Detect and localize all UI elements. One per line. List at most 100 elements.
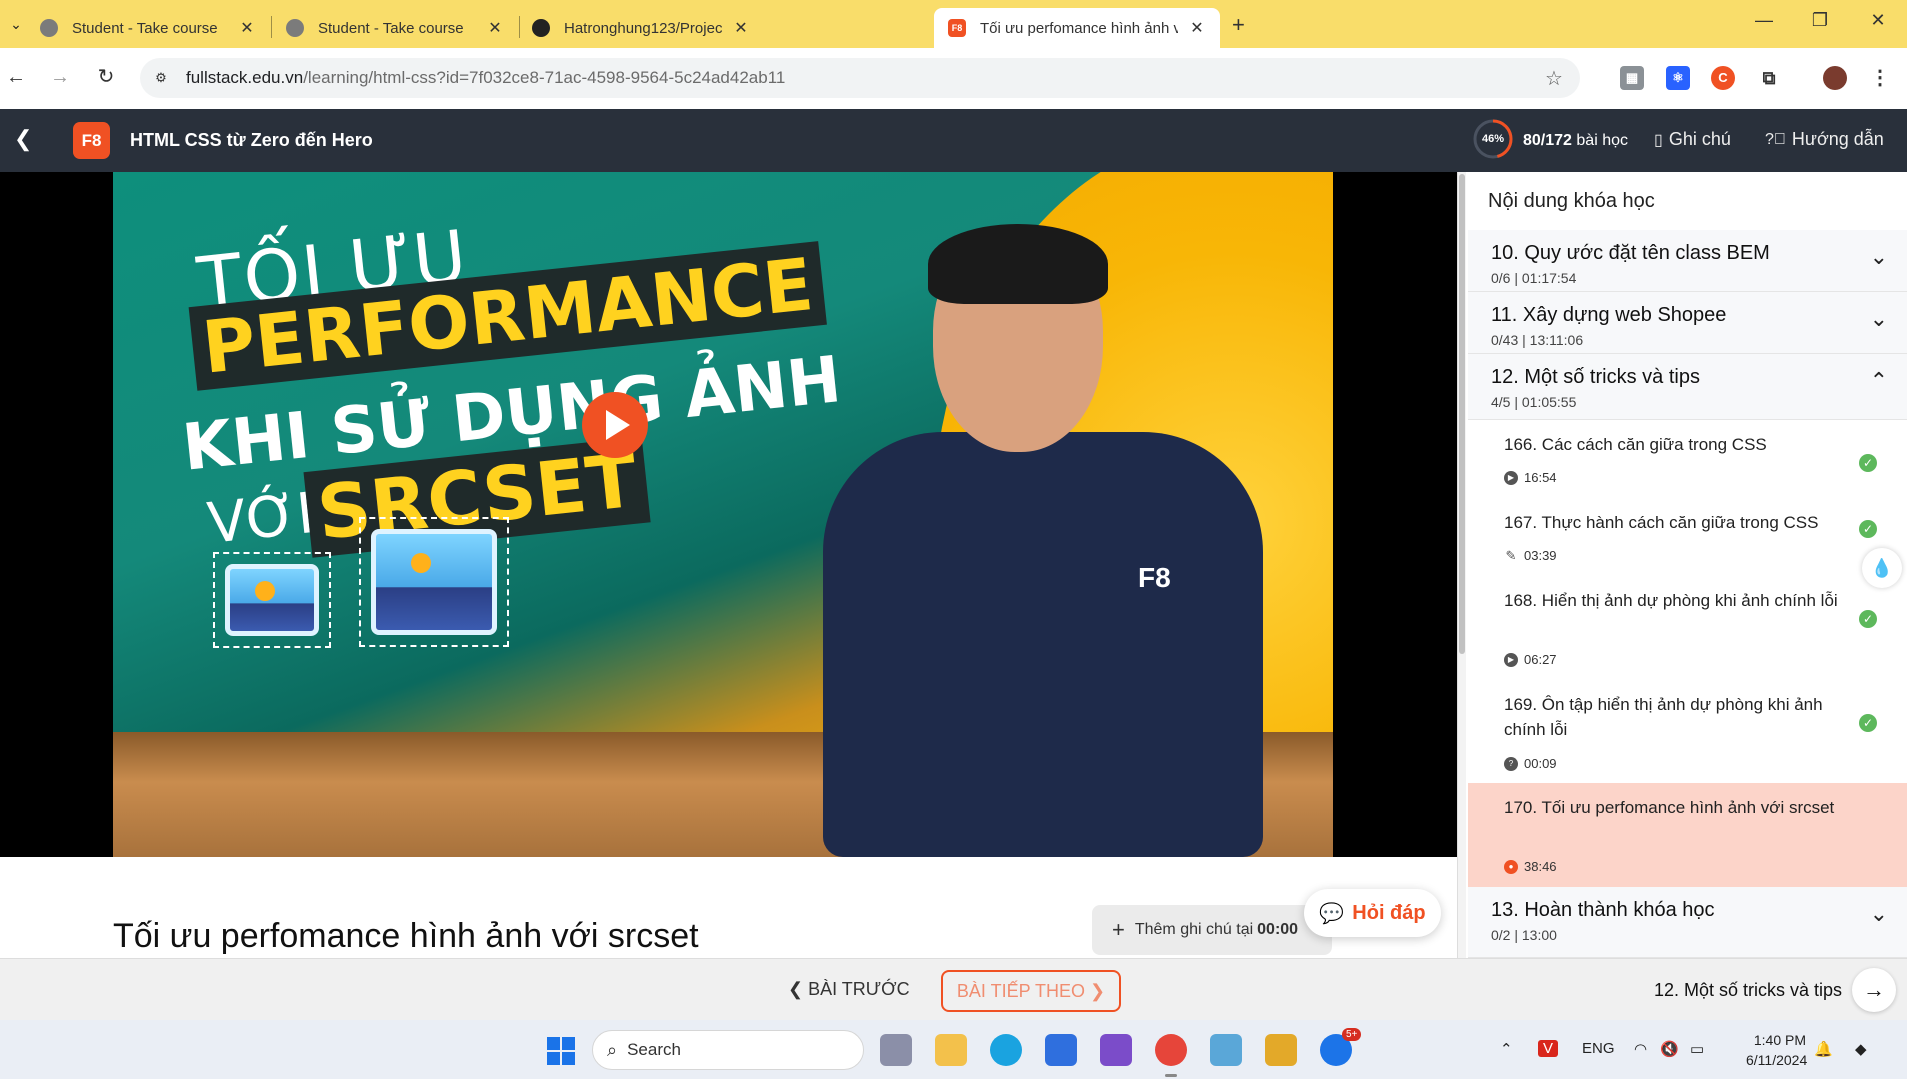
close-tab-icon[interactable]: ✕ <box>1188 18 1206 38</box>
notes-label: Ghi chú <box>1668 129 1731 149</box>
toggle-sidebar-arrow-icon[interactable]: → <box>1852 968 1896 1012</box>
zalo-icon[interactable]: 5+ <box>1320 1028 1362 1066</box>
course-header: ❮ F8 HTML CSS từ Zero đến Hero 46% 80/17… <box>0 109 1907 172</box>
tab-search-menu-icon[interactable]: ⌄ <box>4 12 28 36</box>
previous-lesson-button[interactable]: ❮ BÀI TRƯỚC <box>788 979 910 1000</box>
url-path: /learning/html-css?id=7f032ce8-71ac-4598… <box>303 68 786 87</box>
browser-tab[interactable]: Student - Take course ✕ <box>26 8 270 48</box>
tab-title: Tối ưu perfomance hình ảnh vớ <box>980 19 1178 37</box>
section-meta: 0/6 | 01:17:54 <box>1491 270 1577 286</box>
tray-overflow-icon[interactable]: ⌃ <box>1500 1040 1513 1058</box>
reload-icon[interactable]: ↻ <box>92 63 120 91</box>
visual-studio-icon[interactable] <box>1100 1034 1132 1066</box>
app-icon[interactable] <box>1210 1034 1242 1066</box>
close-window-icon[interactable]: ✕ <box>1866 10 1890 31</box>
section-header-expanded[interactable]: 12. Một số tricks và tips 4/5 | 01:05:55… <box>1468 354 1907 420</box>
section-header[interactable]: 11. Xây dựng web Shopee 0/43 | 13:11:06 … <box>1468 292 1907 354</box>
browser-menu-icon[interactable]: ⋮ <box>1868 66 1892 90</box>
lesson-item-current[interactable]: 170. Tối ưu perfomance hình ảnh với srcs… <box>1468 783 1907 887</box>
lesson-item-title: 169. Ôn tập hiển thị ảnh dự phòng khi ản… <box>1504 695 1823 739</box>
lesson-item[interactable]: 168. Hiển thị ảnh dự phòng khi ảnh chính… <box>1468 576 1907 680</box>
volume-muted-icon[interactable]: 🔇 <box>1660 1040 1679 1058</box>
antivirus-tray-icon[interactable]: V <box>1538 1040 1558 1057</box>
address-bar[interactable]: ⚙ fullstack.edu.vn/learning/html-css?id=… <box>140 58 1580 98</box>
extension-icon[interactable]: ▦ <box>1620 66 1644 90</box>
notes-button[interactable]: ▯ Ghi chú <box>1654 129 1731 150</box>
video-thumbnail[interactable]: TỐI ƯU PERFORMANCE KHI SỬ DỤNG ẢNH VỚI S… <box>113 172 1333 857</box>
notification-bell-icon[interactable]: 🔔 <box>1814 1040 1833 1058</box>
extension-icon[interactable]: ⚛ <box>1666 66 1690 90</box>
copilot-icon[interactable]: ◆ <box>1855 1040 1867 1058</box>
bookmark-star-icon[interactable]: ☆ <box>1540 66 1568 91</box>
forward-icon[interactable]: → <box>46 63 74 91</box>
guide-button[interactable]: ?⃝ Hướng dẫn <box>1765 129 1884 150</box>
lesson-item[interactable]: 169. Ôn tập hiển thị ảnh dự phòng khi ản… <box>1468 680 1907 783</box>
video-player[interactable]: TỐI ƯU PERFORMANCE KHI SỬ DỤNG ẢNH VỚI S… <box>0 172 1457 857</box>
close-tab-icon[interactable]: ✕ <box>732 18 750 38</box>
lesson-item[interactable]: 167. Thực hành cách căn giữa trong CSS ✎… <box>1468 498 1907 576</box>
play-button[interactable] <box>582 392 648 458</box>
chrome-icon[interactable] <box>1155 1034 1187 1077</box>
battery-icon[interactable]: ▭ <box>1690 1040 1704 1058</box>
wifi-icon[interactable]: ◠ <box>1634 1040 1647 1058</box>
search-icon: ⌕ <box>607 1039 618 1060</box>
back-chevron-icon[interactable]: ❮ <box>14 126 32 152</box>
windows-taskbar: ⌕ Search 5+ ⌃ V ENG ◠ 🔇 ▭ 1:40 PM 6/11/2… <box>0 1020 1907 1079</box>
site-info-icon[interactable]: ⚙ <box>150 67 172 89</box>
lesson-item-title: 166. Các cách căn giữa trong CSS <box>1504 435 1767 454</box>
new-tab-button[interactable]: + <box>1232 12 1245 38</box>
lesson-item-title: 170. Tối ưu perfomance hình ảnh với srcs… <box>1504 798 1835 817</box>
plus-icon: + <box>1112 917 1125 942</box>
progress-percent: 46% <box>1481 133 1505 145</box>
completed-check-icon: ✓ <box>1859 610 1877 628</box>
browser-tab[interactable]: Hatronghung123/Project_E-Lea ✕ <box>518 8 764 48</box>
minimize-icon[interactable]: — <box>1752 10 1776 31</box>
section-header[interactable]: 13. Hoàn thành khóa học 0/2 | 13:00 ⌄ <box>1468 887 1907 958</box>
lesson-item[interactable]: 166. Các cách căn giữa trong CSS ▶ 16:54 … <box>1468 420 1907 498</box>
close-tab-icon[interactable]: ✕ <box>486 18 504 38</box>
lesson-duration: 06:27 <box>1524 652 1557 667</box>
lesson-item-meta: ✎ 03:39 <box>1504 548 1557 564</box>
file-explorer-icon[interactable] <box>935 1034 967 1066</box>
section-meta: 0/2 | 13:00 <box>1491 927 1557 943</box>
profile-avatar[interactable] <box>1823 66 1847 90</box>
shirt-logo: F8 <box>1138 562 1171 593</box>
image-illustration-icon <box>359 517 509 647</box>
next-lesson-button[interactable]: BÀI TIẾP THEO ❯ <box>941 970 1121 1012</box>
extensions-puzzle-icon[interactable]: ⧉ <box>1757 66 1781 90</box>
taskbar-search[interactable]: ⌕ Search <box>592 1030 864 1070</box>
store-icon[interactable] <box>1045 1034 1077 1066</box>
lesson-duration: 16:54 <box>1524 470 1557 485</box>
qa-label: Hỏi đáp <box>1352 901 1426 924</box>
completed-check-icon: ✓ <box>1859 520 1877 538</box>
language-indicator[interactable]: ENG <box>1582 1040 1615 1057</box>
section-header[interactable]: 10. Quy ước đặt tên class BEM 0/6 | 01:1… <box>1468 230 1907 292</box>
app-icon[interactable] <box>1265 1034 1297 1066</box>
chevron-down-icon: ⌄ <box>1869 244 1888 269</box>
question-circle-icon: ? <box>1504 756 1518 771</box>
browser-tab[interactable]: Student - Take course ✕ <box>272 8 518 48</box>
clock-date: 6/11/2024 <box>1746 1052 1808 1068</box>
f8-logo[interactable]: F8 <box>73 122 110 159</box>
system-clock[interactable]: 1:40 PM 6/11/2024 <box>1746 1030 1808 1070</box>
close-tab-icon[interactable]: ✕ <box>238 18 256 38</box>
qa-button[interactable]: 💬 Hỏi đáp <box>1304 889 1441 937</box>
tab-title: Student - Take course <box>318 19 464 37</box>
back-icon[interactable]: ← <box>2 63 30 91</box>
windows-start-icon[interactable] <box>547 1037 575 1065</box>
water-drop-icon[interactable]: 💧 <box>1862 548 1902 588</box>
lesson-duration: 00:09 <box>1524 756 1557 771</box>
chevron-down-icon: ⌄ <box>1869 306 1888 331</box>
browser-tab-active[interactable]: F8 Tối ưu perfomance hình ảnh vớ ✕ <box>934 8 1220 48</box>
edge-icon[interactable] <box>990 1034 1022 1066</box>
extension-icon[interactable]: C <box>1711 66 1735 90</box>
add-note-label: Thêm ghi chú tại <box>1134 921 1254 938</box>
course-title: HTML CSS từ Zero đến Hero <box>130 130 373 150</box>
add-note-button[interactable]: + Thêm ghi chú tại 00:00 <box>1092 905 1332 955</box>
lesson-item-meta: ● 38:46 <box>1504 859 1557 874</box>
task-view-icon[interactable] <box>880 1034 912 1066</box>
sidebar-scrollbar[interactable] <box>1458 172 1466 958</box>
url-text[interactable]: fullstack.edu.vn/learning/html-css?id=7f… <box>186 68 1540 88</box>
browser-toolbar: ← → ↻ ⚙ fullstack.edu.vn/learning/html-c… <box>0 48 1907 109</box>
restore-icon[interactable]: ❐ <box>1808 10 1832 31</box>
